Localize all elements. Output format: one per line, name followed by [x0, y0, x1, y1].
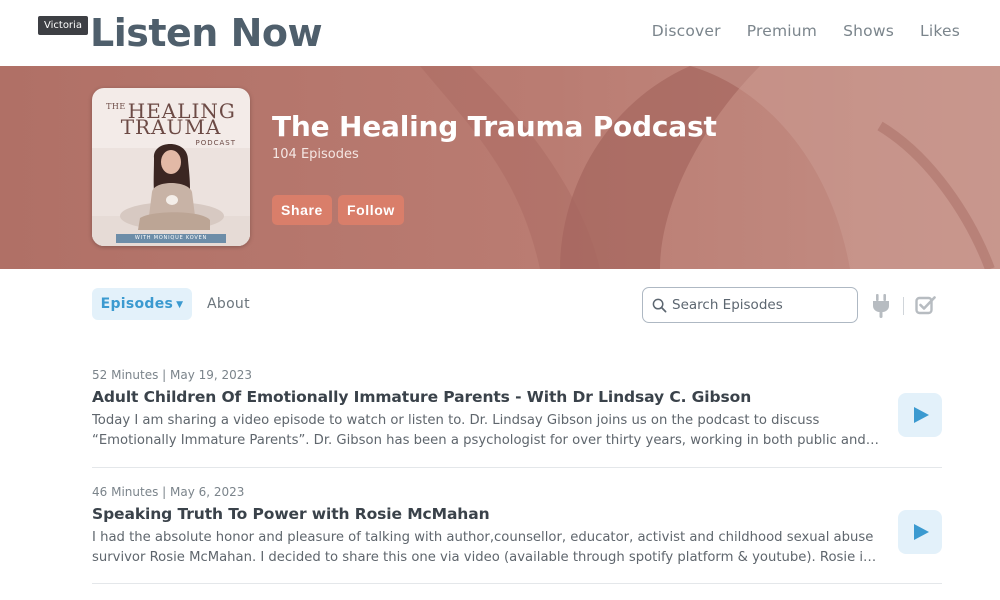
cover-host-strip: WITH MONIQUE KOVEN [116, 234, 226, 243]
episode-item[interactable]: 46 Minutes | May 6, 2023 Speaking Truth … [92, 484, 942, 568]
play-button[interactable] [898, 393, 942, 437]
podcast-hero: THE HEALING TRAUMA PODCAST WITH MONIQUE K… [0, 66, 1000, 269]
tab-episodes-label: Episodes [100, 296, 174, 312]
cover-title-prefix: THE [106, 102, 126, 111]
episode-divider [92, 583, 942, 584]
episode-item[interactable]: 52 Minutes | May 19, 2023 Adult Children… [92, 367, 942, 451]
podcast-title: The Healing Trauma Podcast [272, 110, 717, 143]
follow-button[interactable]: Follow [338, 195, 404, 225]
episode-title[interactable]: Adult Children Of Emotionally Immature P… [92, 386, 942, 408]
episode-divider [92, 467, 942, 468]
plug-icon[interactable] [871, 294, 891, 320]
tab-about[interactable]: About [207, 295, 250, 313]
check-square-icon[interactable] [915, 295, 936, 316]
top-nav: Discover Premium Shows Likes [652, 20, 960, 42]
play-icon [914, 407, 929, 423]
nav-shows[interactable]: Shows [843, 20, 894, 42]
search-box[interactable] [642, 287, 858, 323]
episode-title[interactable]: Speaking Truth To Power with Rosie McMah… [92, 503, 942, 525]
toolbar-divider [903, 297, 904, 315]
chevron-down-icon: ▼ [176, 300, 184, 310]
episode-meta: 52 Minutes | May 19, 2023 [92, 368, 253, 382]
top-bar: Victoria Listen Now Discover Premium Sho… [0, 0, 1000, 66]
episode-description: Today I am sharing a video episode to wa… [92, 413, 866, 448]
cover-title-line2: TRAUMA [120, 115, 222, 139]
episode-meta: 46 Minutes | May 6, 2023 [92, 485, 245, 499]
nav-likes[interactable]: Likes [920, 20, 960, 42]
tab-episodes[interactable]: Episodes ▼ [92, 288, 192, 320]
nav-premium[interactable]: Premium [747, 20, 817, 42]
nav-discover[interactable]: Discover [652, 20, 721, 42]
page-title: Listen Now [90, 11, 323, 55]
podcast-cover-art: THE HEALING TRAUMA PODCAST WITH MONIQUE K… [92, 88, 250, 246]
episode-description: I had the absolute honor and pleasure of… [92, 530, 874, 565]
episode-count: 104 Episodes [272, 147, 359, 162]
user-tag: Victoria [38, 16, 88, 35]
share-button[interactable]: Share [272, 195, 332, 225]
search-icon [652, 298, 667, 313]
play-icon [914, 524, 929, 540]
cover-title-line3: PODCAST [195, 139, 236, 147]
play-button[interactable] [898, 510, 942, 554]
search-input[interactable] [672, 295, 850, 315]
